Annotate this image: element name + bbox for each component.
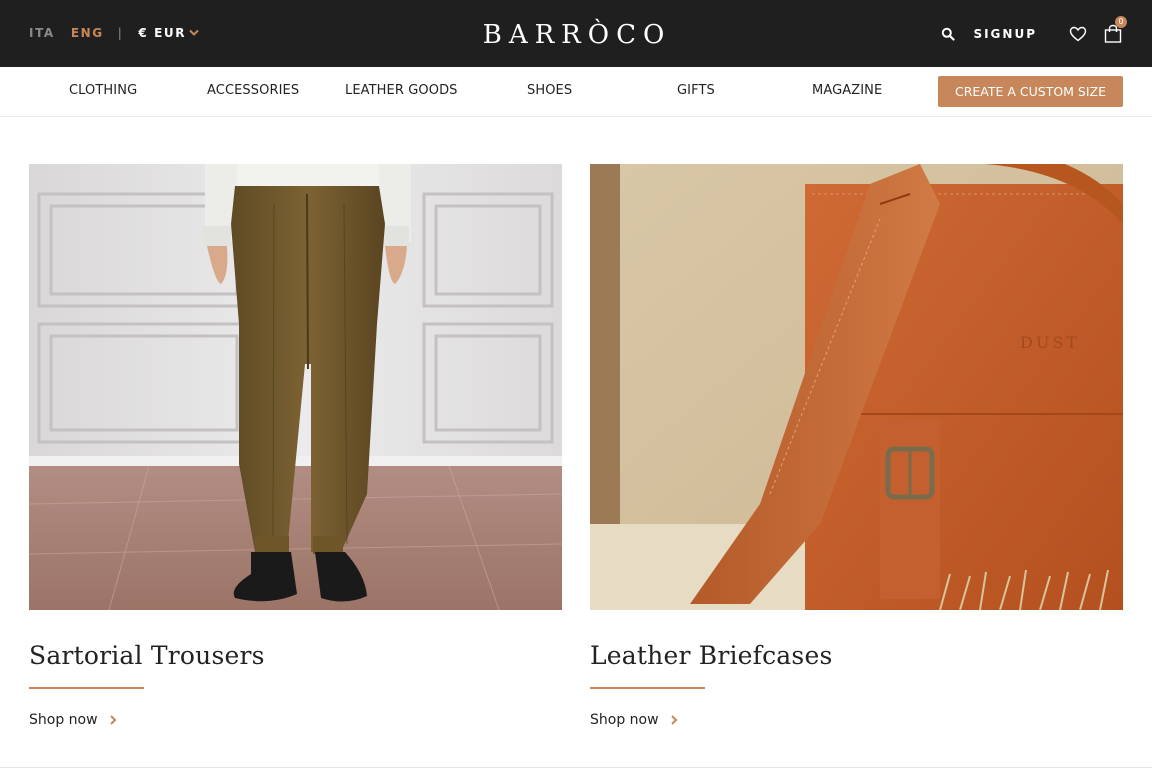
category-card-briefcases: DUST Leather Briefcases Shop now xyxy=(590,164,1123,730)
nav-item-gifts[interactable]: GIFTS xyxy=(677,83,715,98)
search-icon[interactable] xyxy=(941,27,956,41)
bag-stamp: DUST xyxy=(1020,333,1080,352)
nav-item-clothing[interactable]: CLOTHING xyxy=(69,83,137,98)
heart-icon[interactable] xyxy=(1069,26,1087,42)
nav-item-accessories[interactable]: ACCESSORIES xyxy=(207,83,299,98)
main-nav: CLOTHING ACCESSORIES LEATHER GOODS SHOES… xyxy=(0,67,1152,117)
card-title[interactable]: Leather Briefcases xyxy=(590,639,1123,673)
trousers-image[interactable] xyxy=(29,164,562,610)
signup-link[interactable]: SIGNUP xyxy=(973,27,1037,41)
custom-size-button[interactable]: CREATE A CUSTOM SIZE xyxy=(938,76,1123,107)
shop-now-link[interactable]: Shop now xyxy=(29,710,562,730)
shop-now-link[interactable]: Shop now xyxy=(590,710,1123,730)
title-underline xyxy=(29,687,144,689)
header-tools: SIGNUP 0 xyxy=(941,16,1127,50)
nav-item-leather-goods[interactable]: LEATHER GOODS xyxy=(345,83,458,98)
briefcase-image[interactable]: DUST xyxy=(590,164,1123,610)
briefcase-photo: DUST xyxy=(590,164,1123,610)
top-bar: ITA ENG | € EUR BARRÒCO SIGNUP 0 xyxy=(0,0,1152,67)
nav-item-shoes[interactable]: SHOES xyxy=(527,83,572,98)
title-underline xyxy=(590,687,705,689)
nav-item-magazine[interactable]: MAGAZINE xyxy=(812,83,882,98)
card-title[interactable]: Sartorial Trousers xyxy=(29,639,562,673)
chevron-right-icon xyxy=(670,715,677,725)
lang-eng-link[interactable]: ENG xyxy=(71,26,104,40)
lang-separator: | xyxy=(117,26,124,40)
trousers-photo xyxy=(29,164,562,610)
shop-now-label: Shop now xyxy=(29,712,98,728)
chevron-right-icon xyxy=(109,715,116,725)
brand-logo[interactable]: BARRÒCO xyxy=(474,18,680,52)
lang-ita-link[interactable]: ITA xyxy=(29,26,55,40)
category-card-trousers: Sartorial Trousers Shop now xyxy=(29,164,562,730)
cart-count-badge: 0 xyxy=(1115,16,1127,28)
language-currency-switcher: ITA ENG | € EUR xyxy=(29,25,200,41)
currency-select[interactable]: € EUR xyxy=(138,26,186,40)
chevron-down-icon[interactable] xyxy=(188,27,200,39)
shop-now-label: Shop now xyxy=(590,712,659,728)
cart-button[interactable]: 0 xyxy=(1104,16,1127,44)
